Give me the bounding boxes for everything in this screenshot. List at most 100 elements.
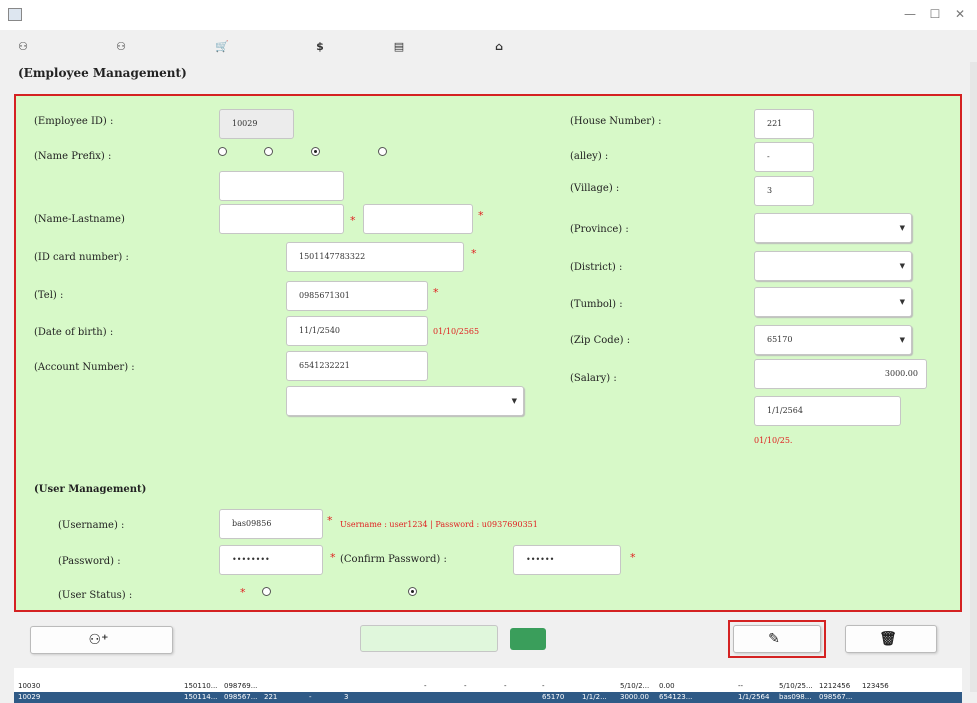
employee-id-label: (Employee ID) : (34, 116, 114, 127)
menu-home[interactable]: ⌂ (492, 40, 510, 53)
other-prefix-input[interactable] (219, 171, 344, 201)
username-input[interactable]: bas09856 (219, 509, 323, 539)
required-mark: * (433, 286, 439, 299)
table-cell: 654123... (659, 693, 693, 701)
status-radio-sales-staff[interactable] (408, 587, 420, 596)
menu-customer[interactable]: ⚇ (114, 40, 132, 53)
table-cell: 150114... (184, 693, 218, 701)
table-cell: 5/10/25... (779, 682, 813, 690)
account-number-input[interactable]: 6541232221 (286, 351, 428, 381)
close-icon[interactable]: ✕ (945, 4, 975, 24)
prefix-radio-mr[interactable] (218, 147, 230, 156)
table-cell: 123456 (862, 682, 889, 690)
chevron-down-icon: ▼ (899, 298, 905, 306)
start-date-hint: 01/10/25. (754, 436, 793, 445)
employee-id-field: 10029 (219, 109, 294, 139)
password-input[interactable]: •••••••• (219, 545, 323, 575)
prefix-radio-miss[interactable] (311, 147, 323, 156)
table-cell: 1/1/2564 (738, 693, 770, 701)
name-prefix-label: (Name Prefix) : (34, 151, 112, 162)
radio-circle (264, 147, 273, 156)
app-icon (8, 8, 22, 21)
id-card-label: (ID card number) : (34, 252, 129, 263)
table-cell: - (309, 693, 312, 701)
table-cell: 10030 (18, 682, 41, 690)
district-dropdown[interactable]: ▼ (754, 251, 912, 281)
home-icon: ⌂ (495, 40, 503, 53)
alley-label: (alley) : (570, 151, 609, 162)
village-input[interactable]: 3 (754, 176, 814, 206)
menu-report[interactable]: ▤ (392, 40, 410, 53)
user-management-title: (User Management) (34, 484, 147, 495)
id-card-input[interactable]: 1501147783322 (286, 242, 464, 272)
zip-code-dropdown[interactable]: 65170 ▼ (754, 325, 912, 355)
salary-input[interactable]: 3000.00 (754, 359, 927, 389)
table-row-selected[interactable]: 10029 150114... 098567... 221 - 3 65170 1/1/2..… (14, 692, 962, 703)
house-number-input[interactable]: 221 (754, 109, 814, 139)
employee-table: 10030 150110... 098769... - - - -5/10/2... 0.00… (14, 668, 962, 703)
zip-code-value: 65170 (767, 335, 793, 344)
dob-input[interactable]: 11/1/2540 (286, 316, 428, 346)
table-header-row (14, 670, 962, 679)
first-name-input[interactable] (219, 204, 344, 234)
radio-circle (218, 147, 227, 156)
required-mark: * (240, 586, 246, 599)
menu-employee[interactable]: ⚇ (16, 40, 34, 53)
search-button[interactable] (510, 628, 546, 650)
menu-sales[interactable]: 🛒 (215, 40, 233, 53)
radio-circle-selected (311, 147, 320, 156)
prefix-radio-other[interactable] (378, 147, 390, 156)
table-row[interactable]: 10030 150110... 098769... - - - -5/10/2... 0.00… (14, 682, 962, 691)
village-label: (Village) : (570, 183, 620, 194)
alley-input[interactable]: - (754, 142, 814, 172)
table-cell: 098567... (224, 693, 258, 701)
table-cell: 150110... (184, 682, 218, 690)
add-button[interactable]: ⚇⁺ (30, 626, 173, 654)
bank-name-dropdown[interactable]: ▼ (286, 386, 524, 416)
search-input[interactable] (360, 625, 498, 652)
province-dropdown[interactable]: ▼ (754, 213, 912, 243)
prefix-radio-mrs[interactable] (264, 147, 276, 156)
employee-icon: ⚇ (18, 40, 28, 53)
status-radio-owner[interactable] (262, 587, 274, 596)
table-cell: - (504, 682, 507, 690)
table-cell: 5/10/2... (620, 682, 650, 690)
delete-button[interactable]: 🗑 (845, 625, 937, 653)
table-cell: -- (738, 682, 744, 690)
vertical-scrollbar[interactable] (970, 62, 977, 692)
edit-icon: ✎ (768, 631, 780, 647)
last-name-input[interactable] (363, 204, 473, 234)
subdistrict-dropdown[interactable]: ▼ (754, 287, 912, 317)
trash-icon: 🗑 (879, 631, 897, 647)
name-lastname-label: (Name-Lastname) (34, 214, 125, 225)
table-cell: 3000.00 (620, 693, 649, 701)
tel-input[interactable]: 0985671301 (286, 281, 428, 311)
table-cell: - (424, 682, 427, 690)
page-title: (Employee Management) (18, 66, 187, 80)
edit-button[interactable]: ✎ (733, 625, 821, 653)
table-cell: 1212456 (819, 682, 851, 690)
table-cell: bas098... (779, 693, 812, 701)
cart-icon: 🛒 (215, 40, 229, 53)
add-user-icon: ⚇⁺ (88, 632, 109, 648)
radio-circle (262, 587, 271, 596)
chevron-down-icon: ▼ (899, 262, 905, 270)
confirm-password-input[interactable]: •••••• (513, 545, 621, 575)
required-mark: * (350, 214, 356, 227)
menu-bar: ⚇ ⚇ 🛒 $ ▤ ⌂ (0, 32, 977, 62)
start-date-input[interactable]: 1/1/2564 (754, 396, 901, 426)
required-mark: * (330, 551, 336, 564)
dob-label: (Date of birth) : (34, 327, 114, 338)
window-titlebar: — ☐ ✕ (0, 0, 977, 30)
username-label: (Username) : (58, 520, 125, 531)
table-cell: 098769... (224, 682, 258, 690)
table-cell: 098567... (819, 693, 853, 701)
table-cell: - (464, 682, 467, 690)
report-icon: ▤ (393, 40, 405, 53)
account-number-label: (Account Number) : (34, 362, 135, 373)
table-cell: 3 (344, 693, 349, 701)
required-mark: * (478, 209, 484, 222)
menu-finance[interactable]: $ (313, 40, 331, 53)
password-label: (Password) : (58, 556, 121, 567)
table-cell: 0.00 (659, 682, 675, 690)
